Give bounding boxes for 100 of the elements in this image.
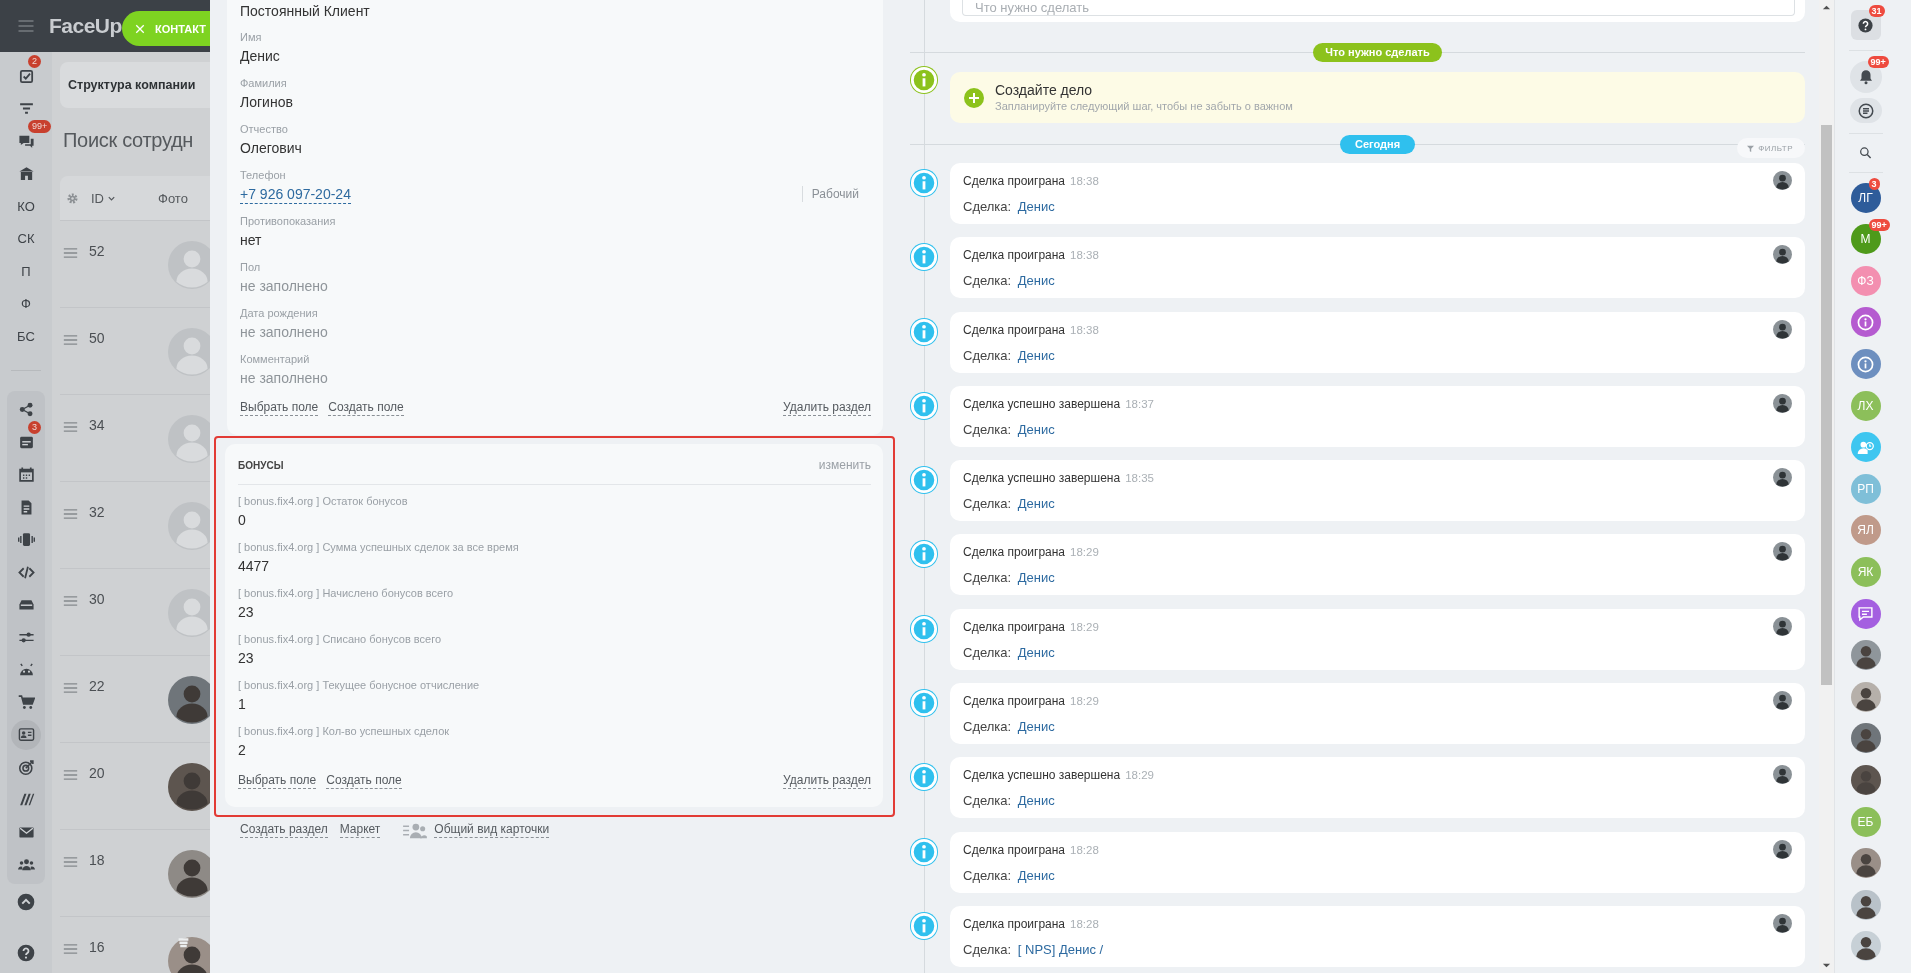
- close-icon: [135, 23, 145, 34]
- event-title: Сделка проиграна: [963, 841, 1066, 858]
- contact-avatar[interactable]: [1850, 307, 1881, 338]
- event-title: Сделка проиграна: [963, 321, 1066, 338]
- info-icon: [910, 169, 938, 197]
- field-value: нет: [240, 231, 263, 250]
- deal-link[interactable]: Денис: [1017, 273, 1055, 289]
- field-label: Фамилия: [240, 76, 288, 91]
- avatar-icon: [1850, 931, 1881, 962]
- action-link[interactable]: Создать поле: [328, 400, 404, 416]
- contact-avatar[interactable]: [1850, 598, 1881, 629]
- drag-handle-icon[interactable]: [63, 248, 78, 258]
- event-time: 18:38: [1070, 248, 1099, 264]
- drag-handle-icon[interactable]: [63, 422, 78, 432]
- deal-link[interactable]: Денис: [1017, 719, 1055, 735]
- avatar-icon: [1773, 839, 1792, 859]
- tab[interactable]: Структура компании: [60, 62, 210, 108]
- info-icon: [910, 540, 938, 569]
- drag-handle-icon[interactable]: [63, 509, 78, 519]
- event-label: Сделка:: [963, 273, 1012, 289]
- phone-link[interactable]: +7 926 097-20-24: [240, 184, 351, 204]
- table-cell: 22: [89, 678, 105, 694]
- field-label: Пол: [240, 260, 262, 275]
- footer-link[interactable]: Маркет: [339, 822, 381, 838]
- field-label: [ bonus.fix4.org ] Списано бонусов всего: [238, 632, 443, 647]
- info-icon: [910, 466, 938, 495]
- chevron-up-icon[interactable]: [16, 892, 36, 912]
- drag-handle-icon[interactable]: [63, 944, 78, 954]
- card-view-link[interactable]: Общий вид карточки: [434, 822, 550, 838]
- action-link[interactable]: Создать поле: [326, 773, 402, 789]
- column-header[interactable]: ID: [91, 190, 104, 206]
- avatar-icon: [1773, 319, 1792, 339]
- deal-link[interactable]: Денис: [1017, 199, 1055, 214]
- drag-handle-icon[interactable]: [63, 683, 78, 693]
- phone-type[interactable]: Рабочий: [801, 186, 859, 202]
- drag-handle-icon[interactable]: [63, 596, 78, 606]
- field-value: Олегович: [240, 139, 303, 158]
- info-icon: [910, 911, 938, 940]
- sidebar-item[interactable]: КО: [11, 191, 41, 221]
- drag-handle-icon[interactable]: [63, 770, 78, 780]
- messages-button[interactable]: [1849, 97, 1882, 124]
- deal-link[interactable]: Денис: [1017, 644, 1055, 660]
- event-label: Сделка:: [963, 496, 1012, 512]
- field-label: [ bonus.fix4.org ] Текущее бонусное отчисление: [238, 678, 481, 693]
- create-task-card[interactable]: Создайте дело Запланируйте следующий шаг, чтобы не забыть о важном: [950, 72, 1805, 123]
- event-time: 18:28: [1070, 916, 1099, 932]
- badge: 99+: [1867, 55, 1889, 68]
- stripes-icon: [17, 791, 35, 808]
- info-icon: [910, 837, 938, 866]
- sidebar-item[interactable]: СК: [11, 223, 41, 254]
- event-time: 18:38: [1070, 174, 1099, 189]
- scroll-up-icon[interactable]: [1822, 3, 1831, 12]
- deal-link[interactable]: Денис: [1017, 867, 1055, 883]
- event-label: Сделка:: [963, 421, 1012, 437]
- field-label: [ bonus.fix4.org ] Кол-во успешных сделок: [238, 724, 451, 739]
- scroll-down-icon[interactable]: [1822, 961, 1831, 970]
- event-title: Сделка успешно завершена: [963, 767, 1121, 784]
- action-link[interactable]: Выбрать поле: [240, 400, 319, 416]
- deal-link[interactable]: [ NPS] Денис /: [1017, 941, 1104, 957]
- field-label: Противопоказания: [240, 214, 337, 229]
- contact-avatar[interactable]: [1850, 349, 1881, 380]
- event-time: 18:35: [1125, 471, 1154, 487]
- task-input[interactable]: Что нужно сделать: [962, 0, 1795, 16]
- deal-link[interactable]: Денис: [1017, 496, 1055, 512]
- footer-link[interactable]: Создать раздел: [240, 822, 328, 838]
- sidebar-item[interactable]: П: [11, 256, 41, 286]
- add-icon: [964, 87, 984, 108]
- info-icon: [910, 763, 938, 792]
- field-label: Отчество: [240, 122, 289, 137]
- search-icon[interactable]: [1857, 146, 1874, 160]
- drag-handle-icon[interactable]: [63, 857, 78, 867]
- deal-link[interactable]: Денис: [1017, 793, 1055, 809]
- sidebar-item[interactable]: [11, 719, 41, 750]
- column-header: Фото: [158, 190, 188, 206]
- avatar-icon: [168, 763, 210, 811]
- info-icon: [1857, 355, 1874, 373]
- field-value: 4477: [238, 557, 271, 576]
- event-title: Сделка успешно завершена: [963, 470, 1121, 487]
- delete-link[interactable]: Удалить раздел: [783, 773, 871, 789]
- event-label: Сделка:: [963, 867, 1012, 883]
- badge: 99+: [28, 120, 52, 133]
- help-icon[interactable]: [16, 943, 36, 963]
- action-link[interactable]: Выбрать поле: [238, 773, 317, 789]
- scrollbar-thumb[interactable]: [1821, 125, 1832, 685]
- event-label: Сделка:: [963, 719, 1012, 735]
- help-button[interactable]: [1850, 10, 1881, 40]
- sidebar-item[interactable]: Ф: [11, 288, 41, 319]
- sidebar-item[interactable]: БС: [11, 321, 41, 351]
- deal-link[interactable]: Денис: [1017, 421, 1055, 437]
- drag-handle-icon[interactable]: [63, 335, 78, 345]
- deal-link[interactable]: Денис: [1017, 570, 1055, 586]
- avatar-icon: [168, 676, 210, 724]
- field-value: 23: [238, 649, 255, 668]
- event-time: 18:29: [1070, 694, 1099, 710]
- deal-link[interactable]: Денис: [1017, 347, 1055, 363]
- people-icon: [17, 856, 35, 873]
- filter-icon: [1747, 144, 1755, 152]
- event-time: 18:29: [1070, 545, 1099, 561]
- delete-link[interactable]: Удалить раздел: [783, 400, 871, 416]
- field-value: 2: [238, 741, 247, 760]
